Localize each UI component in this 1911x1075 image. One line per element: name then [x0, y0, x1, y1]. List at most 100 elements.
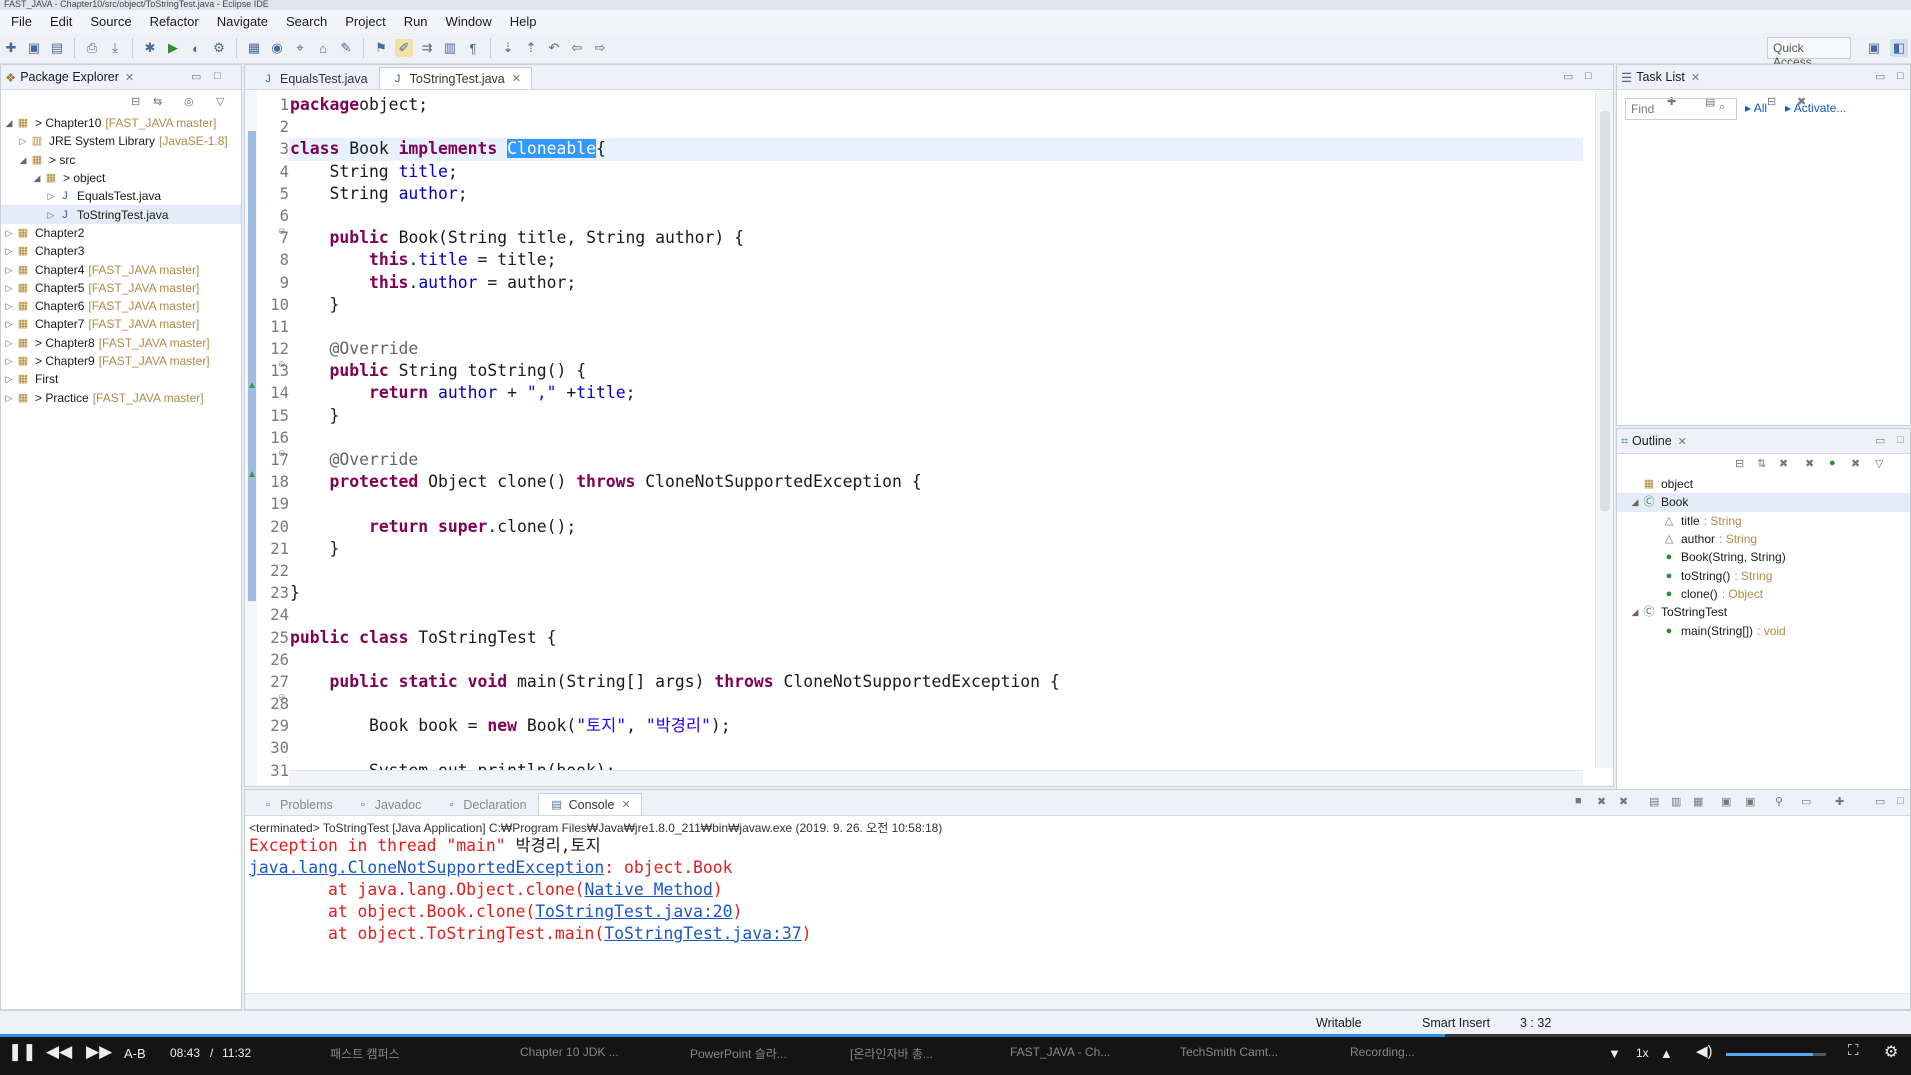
fold-toggle-icon[interactable]: ⊖: [278, 359, 286, 370]
search-icon[interactable]: ✎: [337, 39, 355, 57]
collapse-all-icon[interactable]: ⊟: [131, 95, 140, 108]
fold-toggle-icon[interactable]: ⊖: [278, 692, 286, 703]
taskbar-item[interactable]: FAST_JAVA - Ch...: [1010, 1045, 1110, 1059]
tree-item[interactable]: ▷ ▦ Chapter6 [FAST_JAVA master]: [1, 297, 241, 315]
open-type-icon[interactable]: ⌖: [291, 39, 309, 57]
collapsed-twisty-icon[interactable]: ▷: [3, 261, 15, 279]
collapsed-twisty-icon[interactable]: ▷: [45, 187, 57, 205]
tree-item[interactable]: ▷ ▦ Chapter2: [1, 224, 241, 242]
save-all-icon[interactable]: ▤: [48, 39, 66, 57]
open-console-icon[interactable]: ✚: [1835, 795, 1844, 808]
coverage-icon[interactable]: ◐: [187, 39, 205, 57]
run-icon[interactable]: ▶: [164, 39, 182, 57]
collapsed-twisty-icon[interactable]: ▷: [45, 206, 57, 224]
collapsed-twisty-icon[interactable]: ▷: [3, 315, 15, 333]
toggle-block-selection-icon[interactable]: ⇉: [418, 39, 436, 57]
tree-item[interactable]: ▷ ▦ Chapter3: [1, 242, 241, 260]
link-with-editor-icon[interactable]: ⇆: [153, 95, 162, 108]
minimize-icon[interactable]: ▭: [1875, 795, 1885, 808]
pause-icon[interactable]: ❚❚: [8, 1042, 37, 1062]
remove-launch-icon[interactable]: ✖: [1597, 795, 1606, 808]
menu-help[interactable]: Help: [501, 14, 546, 29]
close-icon[interactable]: ✕: [1678, 435, 1687, 448]
editor-horizontal-scrollbar[interactable]: [289, 770, 1583, 786]
toggle-ant-mark-icon[interactable]: ⚑: [372, 39, 390, 57]
speed-down-icon[interactable]: ▼: [1608, 1046, 1621, 1061]
taskbar-item[interactable]: [온라인자바 총...: [850, 1045, 933, 1062]
outline-item[interactable]: △ author: String: [1617, 530, 1910, 548]
outline-item[interactable]: △ title: String: [1617, 512, 1910, 530]
view-menu-icon[interactable]: ▽: [216, 95, 224, 108]
playback-speed[interactable]: 1x: [1636, 1046, 1649, 1060]
hide-fields-icon[interactable]: ✖: [1779, 457, 1788, 470]
collapsed-twisty-icon[interactable]: ▷: [3, 224, 15, 242]
expanded-twisty-icon[interactable]: ◢: [31, 169, 43, 187]
taskbar-item[interactable]: PowerPoint 슬라...: [690, 1045, 787, 1062]
stack-trace-link[interactable]: ToStringTest.java:20: [535, 902, 732, 921]
close-icon[interactable]: ✕: [621, 798, 630, 811]
collapsed-twisty-icon[interactable]: ▷: [3, 334, 15, 352]
back-icon[interactable]: ⇦: [568, 39, 586, 57]
menu-run[interactable]: Run: [395, 14, 437, 29]
tree-item[interactable]: ◢ ▦ > Chapter10 [FAST_JAVA master]: [1, 114, 241, 132]
expanded-twisty-icon[interactable]: ◢: [1629, 493, 1641, 511]
outline-item[interactable]: ◢ Ⓒ ToStringTest: [1617, 603, 1910, 621]
scroll-lock-icon[interactable]: ▥: [1671, 795, 1681, 808]
menu-project[interactable]: Project: [336, 14, 394, 29]
collapsed-twisty-icon[interactable]: ▷: [3, 297, 15, 315]
settings-gear-icon[interactable]: ⚙: [1884, 1042, 1898, 1062]
maximize-icon[interactable]: □: [1897, 70, 1904, 82]
minimize-icon[interactable]: ▭: [1875, 434, 1885, 447]
close-icon[interactable]: ✕: [512, 72, 521, 85]
tree-item[interactable]: ◢ ▦ > src: [1, 151, 241, 169]
fold-toggle-icon[interactable]: ⊖: [278, 448, 286, 459]
stack-trace-link[interactable]: ToStringTest.java:37: [604, 924, 801, 943]
show-on-stderr-icon[interactable]: ▣: [1745, 795, 1755, 808]
word-wrap-icon[interactable]: ▦: [1693, 795, 1703, 808]
tab-problems[interactable]: ▫ Problems: [249, 793, 344, 815]
open-perspective-icon[interactable]: ▣: [1865, 39, 1883, 57]
tree-item[interactable]: ▷ ▥ JRE System Library [JavaSE-1.8]: [1, 132, 241, 150]
hide-static-icon[interactable]: ✖: [1805, 457, 1814, 470]
close-icon[interactable]: ✕: [125, 71, 134, 84]
remove-all-terminated-icon[interactable]: ✖: [1619, 795, 1628, 808]
tree-item[interactable]: ▷ ▦ > Practice [FAST_JAVA master]: [1, 388, 241, 406]
display-console-icon[interactable]: ▭: [1801, 795, 1811, 808]
minimize-icon[interactable]: ▭: [191, 70, 201, 83]
hide-local-types-icon[interactable]: ✖: [1851, 457, 1860, 470]
collapsed-twisty-icon[interactable]: ▷: [17, 132, 29, 150]
collapsed-twisty-icon[interactable]: ▷: [3, 242, 15, 260]
menu-edit[interactable]: Edit: [41, 14, 81, 29]
menu-search[interactable]: Search: [277, 14, 336, 29]
new-java-class-icon[interactable]: ◉: [268, 39, 286, 57]
toggle-highlight-icon[interactable]: ✐: [395, 39, 413, 57]
collapsed-twisty-icon[interactable]: ▷: [3, 370, 15, 388]
speed-up-icon[interactable]: ▲: [1660, 1046, 1673, 1061]
save-icon[interactable]: ▣: [25, 39, 43, 57]
print-icon[interactable]: ⎙: [83, 39, 101, 57]
outline-item[interactable]: ◢ Ⓒ Book: [1617, 493, 1910, 512]
seek-bar[interactable]: [0, 1034, 1911, 1037]
open-task-icon[interactable]: ⌂: [314, 39, 332, 57]
outline-item[interactable]: ● toString(): String: [1617, 566, 1910, 584]
tab-console[interactable]: ▤ Console ✕: [537, 793, 642, 815]
minimize-icon[interactable]: ▭: [1875, 70, 1885, 83]
last-edit-location-icon[interactable]: ↶: [545, 39, 563, 57]
sort-icon[interactable]: ⇅: [1757, 457, 1766, 470]
taskbar-item[interactable]: Recording...: [1350, 1045, 1415, 1059]
expanded-twisty-icon[interactable]: ◢: [3, 114, 15, 132]
ab-repeat-button[interactable]: A-B: [124, 1046, 146, 1061]
code-editor[interactable]: 1 2 3 4 5 6 7 8 9 10 11 12 13 14 15 16 17 18 19 20 21 22 23 24 2…: [245, 91, 1613, 786]
menu-navigate[interactable]: Navigate: [208, 14, 277, 29]
fullscreen-icon[interactable]: ⛶: [1848, 1042, 1859, 1059]
menu-source[interactable]: Source: [81, 14, 140, 29]
tree-item[interactable]: ▷ ▦ Chapter7 [FAST_JAVA master]: [1, 315, 241, 333]
skip-breakpoints-icon[interactable]: ⤓: [106, 39, 124, 57]
task-filter-all[interactable]: ▸ All: [1745, 101, 1767, 115]
next-annotation-icon[interactable]: ⇣: [499, 39, 517, 57]
collapsed-twisty-icon[interactable]: ▷: [3, 352, 15, 370]
maximize-icon[interactable]: □: [1897, 795, 1904, 807]
new-java-package-icon[interactable]: ▦: [245, 39, 263, 57]
close-icon[interactable]: ✕: [1691, 71, 1700, 84]
java-perspective-icon[interactable]: ◧: [1890, 39, 1908, 57]
